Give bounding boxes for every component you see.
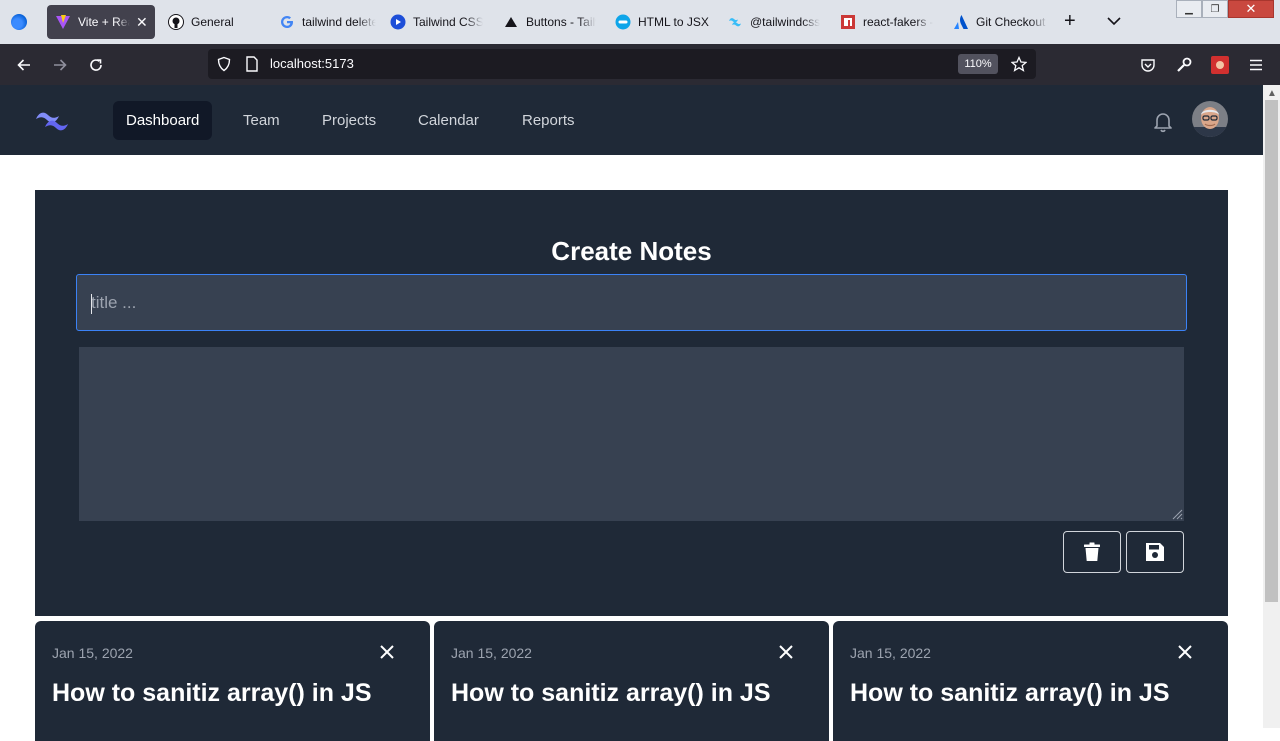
wrench-icon[interactable] bbox=[1175, 56, 1193, 74]
scroll-up-arrow-icon[interactable]: ▲ bbox=[1267, 88, 1277, 99]
tailwind-logo-icon[interactable] bbox=[34, 107, 70, 133]
nav-projects[interactable]: Projects bbox=[309, 101, 389, 140]
close-note-icon[interactable] bbox=[1176, 643, 1194, 661]
restore-window-icon[interactable]: ❐ bbox=[1202, 0, 1228, 18]
tab-list-chevron-icon[interactable] bbox=[1105, 12, 1123, 30]
save-note-button[interactable] bbox=[1126, 531, 1184, 573]
nav-dashboard[interactable]: Dashboard bbox=[113, 101, 213, 140]
tab-html-to-jsx[interactable]: HTML to JSX bbox=[615, 5, 715, 39]
tab-git-checkout[interactable]: Git Checkout bbox=[953, 5, 1053, 39]
close-window-icon[interactable]: ✕ bbox=[1228, 0, 1274, 18]
user-avatar[interactable] bbox=[1192, 101, 1228, 137]
firefox-icon bbox=[11, 14, 27, 30]
page-info-icon[interactable] bbox=[245, 56, 259, 72]
zoom-level-badge[interactable]: 110% bbox=[958, 54, 998, 74]
tab-label: Vite + React bbox=[78, 15, 130, 29]
browser-tab-strip: Vite + React ✕ General tailwind delete T… bbox=[0, 0, 1280, 44]
note-title-input[interactable] bbox=[76, 274, 1187, 331]
tab-buttons-tailwind[interactable]: Buttons - Tailwind bbox=[503, 5, 603, 39]
note-card[interactable]: Jan 15, 2022 How to sanitiz array() in J… bbox=[35, 621, 430, 741]
tab-label: Tailwind CSS bbox=[413, 15, 483, 29]
tab-tailwindcss-twitter[interactable]: @tailwindcss bbox=[727, 5, 827, 39]
nav-reports[interactable]: Reports bbox=[509, 101, 588, 140]
hamburger-menu-icon[interactable] bbox=[1247, 56, 1265, 74]
note-card[interactable]: Jan 15, 2022 How to sanitiz array() in J… bbox=[434, 621, 829, 741]
npm-icon bbox=[840, 14, 856, 30]
reload-icon[interactable] bbox=[87, 56, 105, 74]
tab-general[interactable]: General bbox=[168, 5, 266, 39]
note-title: How to sanitiz array() in JS bbox=[850, 679, 1170, 707]
url-bar[interactable]: localhost:5173 110% bbox=[208, 49, 1036, 79]
tab-label: HTML to JSX bbox=[638, 15, 709, 29]
transform-icon bbox=[615, 14, 631, 30]
notification-bell-icon[interactable] bbox=[1151, 109, 1175, 133]
note-body-textarea[interactable] bbox=[79, 347, 1184, 521]
scrollbar-thumb[interactable] bbox=[1265, 100, 1278, 602]
browser-nav-bar: localhost:5173 110% bbox=[0, 44, 1280, 85]
tailwind-icon bbox=[727, 14, 743, 30]
google-icon bbox=[279, 14, 295, 30]
close-note-icon[interactable] bbox=[777, 643, 795, 661]
delete-note-button[interactable] bbox=[1063, 531, 1121, 573]
panel-title: Create Notes bbox=[551, 236, 712, 266]
page-scrollbar[interactable]: ▲ bbox=[1263, 85, 1280, 728]
vite-icon bbox=[55, 14, 71, 30]
resize-grip-icon[interactable] bbox=[1172, 509, 1183, 520]
back-arrow-icon[interactable] bbox=[15, 56, 33, 74]
app-header: Dashboard Team Projects Calendar Reports bbox=[0, 85, 1263, 155]
create-notes-panel: Create Notes bbox=[35, 190, 1228, 616]
note-date: Jan 15, 2022 bbox=[451, 645, 532, 661]
pocket-icon[interactable] bbox=[1139, 56, 1157, 74]
tab-label: Git Checkout bbox=[976, 15, 1046, 29]
tab-close-icon[interactable]: ✕ bbox=[136, 14, 148, 31]
bookmark-star-icon[interactable] bbox=[1011, 56, 1027, 72]
nav-team[interactable]: Team bbox=[230, 101, 293, 140]
extension-icon[interactable] bbox=[1211, 56, 1229, 74]
trash-icon bbox=[1084, 542, 1100, 561]
close-note-icon[interactable] bbox=[378, 643, 396, 661]
minimize-window-icon[interactable]: ▁ bbox=[1176, 0, 1202, 18]
tab-label: @tailwindcss bbox=[750, 15, 820, 29]
tracking-shield-icon[interactable] bbox=[216, 56, 232, 72]
tab-vite-react[interactable]: Vite + React ✕ bbox=[47, 5, 155, 39]
tab-label: react-fakers - bbox=[863, 15, 933, 29]
nav-calendar[interactable]: Calendar bbox=[405, 101, 492, 140]
tab-tailwind-delete[interactable]: tailwind delete bbox=[279, 5, 379, 39]
tab-tailwind-css[interactable]: Tailwind CSS bbox=[390, 5, 490, 39]
note-card[interactable]: Jan 15, 2022 How to sanitiz array() in J… bbox=[833, 621, 1228, 741]
note-title: How to sanitiz array() in JS bbox=[52, 679, 372, 707]
tab-label: Buttons - Tailwind bbox=[526, 15, 596, 29]
atlassian-icon bbox=[953, 14, 969, 30]
forward-arrow-icon[interactable] bbox=[51, 56, 69, 74]
text-caret bbox=[91, 294, 92, 314]
note-date: Jan 15, 2022 bbox=[850, 645, 931, 661]
tab-label: tailwind delete bbox=[302, 15, 376, 29]
vercel-triangle-icon bbox=[503, 14, 519, 30]
github-icon bbox=[168, 14, 184, 30]
note-title: How to sanitiz array() in JS bbox=[451, 679, 771, 707]
url-text: localhost:5173 bbox=[270, 56, 354, 71]
floppy-disk-icon bbox=[1146, 543, 1164, 561]
tab-label: General bbox=[191, 15, 234, 29]
new-tab-plus-icon[interactable]: + bbox=[1064, 11, 1076, 31]
window-controls: ▁ ❐ ✕ bbox=[1176, 0, 1274, 18]
tab-react-fakers[interactable]: react-fakers - bbox=[840, 5, 940, 39]
media-play-icon bbox=[390, 14, 406, 30]
note-date: Jan 15, 2022 bbox=[52, 645, 133, 661]
